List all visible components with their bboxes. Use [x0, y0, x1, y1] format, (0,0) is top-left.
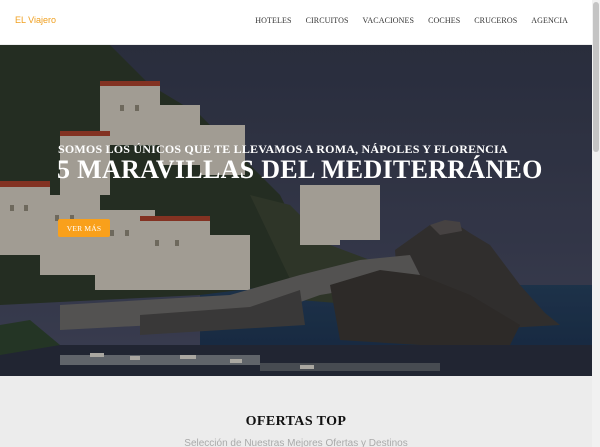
- site-header: EL Viajero HOTELES CIRCUITOS VACACIONES …: [0, 0, 600, 45]
- nav-vacaciones[interactable]: VACACIONES: [363, 16, 415, 25]
- ver-mas-button[interactable]: VER MÁS: [58, 219, 110, 237]
- page-scrollbar[interactable]: [592, 0, 600, 447]
- hero-background-image: [0, 45, 592, 376]
- hero-banner: SOMOS LOS ÚNICOS QUE TE LLEVAMOS A ROMA,…: [0, 45, 592, 376]
- main-nav: HOTELES CIRCUITOS VACACIONES COCHES CRUC…: [255, 16, 568, 25]
- offers-section: OFERTAS TOP Selección de Nuestras Mejore…: [0, 376, 592, 447]
- nav-agencia[interactable]: AGENCIA: [531, 16, 568, 25]
- nav-circuitos[interactable]: CIRCUITOS: [306, 16, 349, 25]
- nav-cruceros[interactable]: CRUCEROS: [474, 16, 517, 25]
- nav-coches[interactable]: COCHES: [428, 16, 460, 25]
- offers-subtitle: Selección de Nuestras Mejores Ofertas y …: [184, 438, 408, 447]
- page: EL Viajero HOTELES CIRCUITOS VACACIONES …: [0, 0, 600, 447]
- brand-logo-link[interactable]: EL Viajero: [15, 15, 56, 25]
- offers-title: OFERTAS TOP: [245, 414, 347, 429]
- hero-title: 5 MARAVILLAS DEL MEDITERRÁNEO: [57, 155, 543, 184]
- scrollbar-thumb[interactable]: [593, 2, 599, 152]
- nav-hoteles[interactable]: HOTELES: [255, 16, 291, 25]
